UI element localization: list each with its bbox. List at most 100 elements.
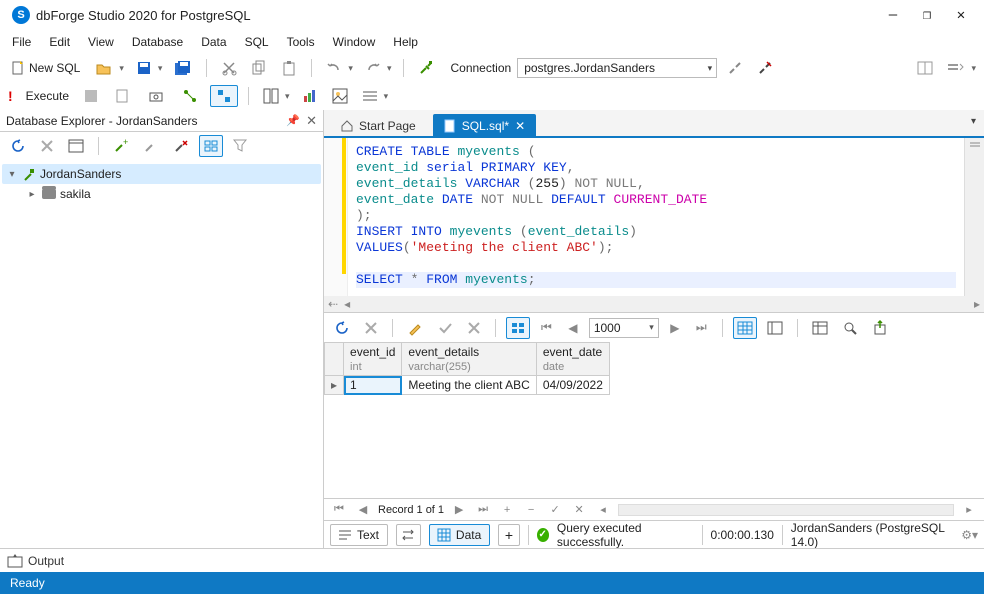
query-profile-button[interactable] bbox=[142, 85, 170, 107]
nav-last-button[interactable]: ⏭ bbox=[474, 503, 492, 516]
connection-select[interactable]: postgres.JordanSanders ▾ bbox=[517, 58, 717, 78]
card-view-button[interactable] bbox=[763, 317, 787, 339]
prev-page-button[interactable]: ◀ bbox=[563, 317, 583, 339]
row-selector[interactable]: ▸ bbox=[325, 376, 344, 395]
refresh-results-button[interactable] bbox=[330, 317, 354, 339]
add-view-button[interactable]: + bbox=[498, 524, 519, 546]
swap-view-button[interactable] bbox=[396, 524, 421, 546]
horizontal-scroll-track[interactable] bbox=[618, 504, 954, 516]
tabs-more-button[interactable]: ▾ bbox=[971, 116, 976, 127]
status-options-button[interactable]: ⚙▾ bbox=[961, 528, 978, 542]
menu-window[interactable]: Window bbox=[325, 32, 384, 52]
tree-connection-row[interactable]: ▾ JordanSanders bbox=[2, 164, 321, 184]
pivot-button[interactable] bbox=[808, 317, 832, 339]
delete-button[interactable] bbox=[36, 135, 58, 157]
nav-add-button[interactable]: + bbox=[498, 504, 516, 516]
cell-event-date[interactable]: 04/09/2022 bbox=[536, 376, 609, 395]
cut-button[interactable] bbox=[217, 57, 241, 79]
editor-vertical-scrollbar[interactable] bbox=[964, 138, 984, 296]
last-page-button[interactable]: ⏭ bbox=[691, 317, 712, 339]
disconnect-button[interactable] bbox=[723, 57, 747, 79]
discard-button[interactable] bbox=[463, 317, 485, 339]
pane-close-button[interactable]: ✕ bbox=[306, 113, 317, 129]
tree-database-row[interactable]: ▸ sakila bbox=[2, 184, 321, 204]
copy-button[interactable] bbox=[247, 57, 271, 79]
image-button[interactable] bbox=[328, 85, 352, 107]
paste-button[interactable] bbox=[277, 57, 301, 79]
col-header-event-details[interactable]: event_detailsvarchar(255) bbox=[402, 343, 536, 376]
connection-button[interactable] bbox=[414, 57, 440, 79]
chart-button[interactable] bbox=[298, 85, 322, 107]
nav-first-button[interactable]: ⏮ bbox=[330, 503, 348, 516]
format-dropdown[interactable]: ▾ bbox=[358, 85, 391, 107]
text-view-button[interactable]: Text bbox=[330, 524, 388, 546]
output-panel-collapsed[interactable]: Output bbox=[0, 548, 984, 572]
cancel-results-button[interactable] bbox=[360, 317, 382, 339]
menu-data[interactable]: Data bbox=[193, 32, 234, 52]
menu-sql[interactable]: SQL bbox=[237, 32, 277, 52]
save-all-button[interactable] bbox=[170, 57, 196, 79]
new-connection-button[interactable]: + bbox=[109, 135, 133, 157]
nav-prev-button[interactable]: ◀ bbox=[354, 503, 372, 516]
expand-icon[interactable]: ▸ bbox=[26, 189, 38, 200]
close-button[interactable]: ✕ bbox=[944, 4, 978, 26]
remove-connection-button[interactable] bbox=[169, 135, 193, 157]
transaction-button[interactable] bbox=[210, 85, 238, 107]
pin-icon[interactable]: 📌 bbox=[286, 114, 300, 127]
cell-event-details[interactable]: Meeting the client ABC bbox=[402, 376, 536, 395]
paging-button[interactable] bbox=[506, 317, 530, 339]
refresh-button[interactable] bbox=[6, 135, 30, 157]
scroll-left-icon[interactable]: ◂ bbox=[344, 297, 350, 311]
split-left-icon[interactable]: ⇠ bbox=[328, 297, 338, 311]
sql-editor[interactable]: CREATE TABLE myevents ( event_id serial … bbox=[324, 138, 964, 296]
script-button[interactable] bbox=[108, 85, 136, 107]
col-header-event-date[interactable]: event_datedate bbox=[536, 343, 609, 376]
more-toolbar-dropdown[interactable]: ▾ bbox=[943, 57, 978, 79]
nav-delete-button[interactable]: − bbox=[522, 504, 540, 516]
tab-close-button[interactable]: ✕ bbox=[515, 119, 525, 133]
results-grid[interactable]: event_idint event_detailsvarchar(255) ev… bbox=[324, 342, 984, 498]
explain-button[interactable] bbox=[176, 85, 204, 107]
show-all-button[interactable] bbox=[199, 135, 223, 157]
scroll-left-button[interactable]: ◂ bbox=[594, 503, 612, 516]
nav-cancel-button[interactable]: ✕ bbox=[570, 503, 588, 516]
menu-database[interactable]: Database bbox=[124, 32, 191, 52]
page-size-select[interactable]: 1000▾ bbox=[589, 318, 659, 338]
first-page-button[interactable]: ⏮ bbox=[536, 317, 557, 339]
save-dropdown[interactable]: ▾ bbox=[132, 57, 165, 79]
window-layout-button[interactable] bbox=[913, 57, 937, 79]
nav-apply-button[interactable]: ✓ bbox=[546, 503, 564, 516]
scroll-right-button[interactable]: ▸ bbox=[960, 503, 978, 516]
editor-horizontal-scrollbar[interactable]: ⇠ ◂ ▸ bbox=[324, 296, 984, 312]
unplug-button[interactable] bbox=[753, 57, 777, 79]
scroll-right-icon[interactable]: ▸ bbox=[974, 297, 980, 311]
data-view-button[interactable]: Data bbox=[429, 524, 490, 546]
minimize-button[interactable]: — bbox=[876, 4, 910, 26]
find-button[interactable] bbox=[838, 317, 862, 339]
col-header-event-id[interactable]: event_idint bbox=[344, 343, 402, 376]
open-dropdown[interactable]: ▾ bbox=[91, 57, 126, 79]
nav-next-button[interactable]: ▶ bbox=[450, 503, 468, 516]
menu-help[interactable]: Help bbox=[385, 32, 426, 52]
menu-tools[interactable]: Tools bbox=[279, 32, 323, 52]
edit-button[interactable] bbox=[403, 317, 427, 339]
grid-view-button[interactable] bbox=[733, 317, 757, 339]
tab-sql[interactable]: SQL.sql* ✕ bbox=[433, 114, 536, 138]
redo-dropdown[interactable]: ▾ bbox=[361, 57, 394, 79]
menu-file[interactable]: File bbox=[4, 32, 39, 52]
next-page-button[interactable]: ▶ bbox=[665, 317, 685, 339]
cell-event-id[interactable]: 1 bbox=[344, 376, 402, 395]
sql-code[interactable]: CREATE TABLE myevents ( event_id serial … bbox=[348, 138, 964, 296]
layout-dropdown[interactable]: ▾ bbox=[259, 85, 292, 107]
menu-edit[interactable]: Edit bbox=[41, 32, 78, 52]
new-window-button[interactable] bbox=[64, 135, 88, 157]
new-sql-button[interactable]: New SQL bbox=[6, 57, 85, 79]
stop-button[interactable] bbox=[80, 85, 102, 107]
split-handle-icon[interactable] bbox=[968, 140, 982, 150]
table-row[interactable]: ▸ 1 Meeting the client ABC 04/09/2022 bbox=[325, 376, 610, 395]
menu-view[interactable]: View bbox=[80, 32, 122, 52]
edit-connection-button[interactable] bbox=[139, 135, 163, 157]
execute-button[interactable]: Execute bbox=[21, 85, 74, 107]
tab-start-page[interactable]: Start Page bbox=[330, 114, 427, 138]
apply-button[interactable] bbox=[433, 317, 457, 339]
